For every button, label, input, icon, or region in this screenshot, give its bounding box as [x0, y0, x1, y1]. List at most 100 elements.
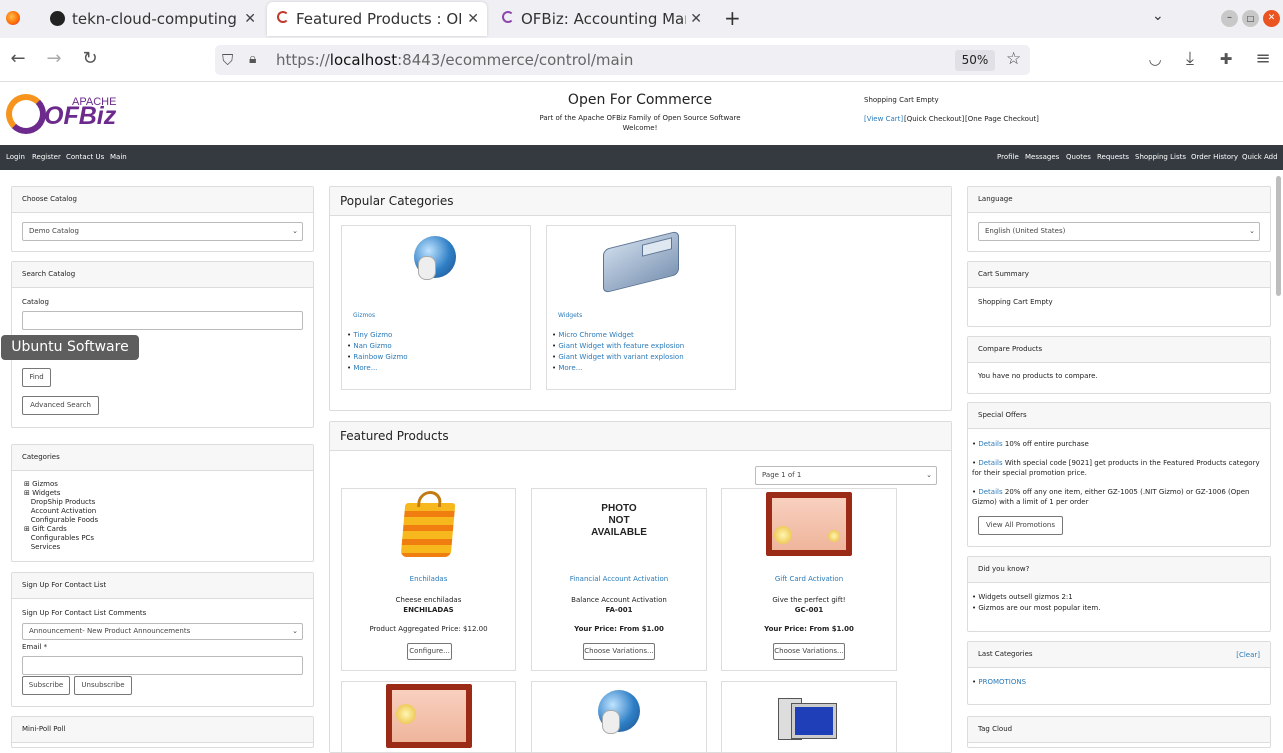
category-account-activation[interactable]: Account Activation: [24, 507, 98, 516]
panel-title: Cart Summary: [968, 262, 1270, 288]
product-link[interactable]: Rainbow Gizmo: [353, 353, 407, 361]
lock-icon[interactable]: 🔒︎: [249, 51, 256, 67]
product-link[interactable]: Micro Chrome Widget: [558, 331, 633, 339]
menu-main[interactable]: Main: [110, 153, 127, 161]
url-text[interactable]: https://localhost:8443/ecommerce/control…: [276, 51, 633, 69]
category-widgets[interactable]: ⊞ Widgets: [24, 489, 98, 498]
tab-featured-products[interactable]: Featured Products : OFBiz ✕: [267, 2, 487, 36]
chevron-down-icon: ⌄: [292, 627, 298, 635]
downloads-icon[interactable]: ⤓: [1177, 46, 1203, 72]
menu-register[interactable]: Register: [32, 153, 61, 161]
offer-details-link[interactable]: Details: [978, 488, 1002, 496]
minimize-window-button[interactable]: –: [1221, 10, 1238, 27]
catalog-search-input[interactable]: [22, 311, 303, 330]
product-link[interactable]: Giant Widget with feature explosion: [558, 342, 684, 350]
category-configurable-foods[interactable]: Configurable Foods: [24, 516, 98, 525]
more-link[interactable]: More...: [353, 364, 377, 372]
unsubscribe-button[interactable]: Unsubscribe: [74, 676, 132, 695]
url-path: :8443/ecommerce/control/main: [397, 51, 634, 69]
category-configurables-pcs[interactable]: Configurables PCs: [24, 534, 98, 543]
pocket-icon[interactable]: ◡: [1142, 46, 1168, 72]
choose-variations-button[interactable]: Choose Variations...: [773, 643, 845, 660]
category-gift-cards[interactable]: ⊞ Gift Cards: [24, 525, 98, 534]
offer-details-link[interactable]: Details: [978, 440, 1002, 448]
product-name[interactable]: Gift Card Activation: [722, 575, 896, 583]
product-code: FA-001: [605, 606, 633, 614]
more-link[interactable]: More...: [558, 364, 582, 372]
product-name[interactable]: Enchiladas: [342, 575, 515, 583]
bookmark-star-icon[interactable]: ☆: [1006, 49, 1021, 69]
menu-shopping-lists[interactable]: Shopping Lists: [1135, 153, 1186, 161]
enchiladas-bag-image[interactable]: [400, 491, 456, 557]
category-services[interactable]: Services: [24, 543, 98, 552]
find-button[interactable]: Find: [22, 368, 51, 387]
close-tab-icon[interactable]: ✕: [690, 11, 702, 27]
gift-card-image[interactable]: [766, 492, 852, 556]
menu-requests[interactable]: Requests: [1097, 153, 1129, 161]
close-tab-icon[interactable]: ✕: [467, 11, 479, 27]
tab-github[interactable]: tekn-cloud-computing/m ✕: [38, 0, 264, 38]
ofbiz-logo[interactable]: APACHE OFBiz: [6, 92, 126, 137]
menu-quotes[interactable]: Quotes: [1066, 153, 1091, 161]
chevron-down-icon: ⌄: [1249, 227, 1255, 235]
one-page-checkout-link[interactable]: [One Page Checkout]: [965, 115, 1039, 123]
widgets-calculator-image[interactable]: [603, 230, 679, 294]
menu-profile[interactable]: Profile: [997, 153, 1019, 161]
category-gizmos[interactable]: ⊞ Gizmos: [24, 480, 98, 489]
category-link[interactable]: PROMOTIONS: [978, 678, 1026, 686]
offer-text: 10% off entire purchase: [1004, 440, 1089, 448]
zoom-level-badge[interactable]: 50%: [955, 50, 995, 71]
product-name[interactable]: Financial Account Activation: [532, 575, 706, 583]
maximize-window-button[interactable]: □: [1242, 10, 1259, 27]
choose-variations-button[interactable]: Choose Variations...: [583, 643, 655, 660]
gift-card-image[interactable]: [386, 684, 472, 748]
clear-link[interactable]: [Clear]: [1236, 651, 1260, 659]
pc-monitor: [791, 703, 837, 739]
menu-login[interactable]: Login: [6, 153, 25, 161]
configure-button[interactable]: Configure...: [407, 643, 452, 660]
product-link[interactable]: Nan Gizmo: [353, 342, 391, 350]
panel-title: Did you know?: [968, 557, 1270, 583]
catalog-select[interactable]: Demo Catalog ⌄: [22, 222, 303, 241]
menu-messages[interactable]: Messages: [1025, 153, 1059, 161]
contact-list-select[interactable]: Announcement- New Product Announcements …: [22, 623, 303, 640]
offer-item: • Details With special code [9021] get p…: [972, 459, 1260, 477]
view-cart-link[interactable]: [View Cart]: [864, 115, 903, 123]
reload-icon[interactable]: ↻: [77, 46, 103, 72]
forward-arrow-icon[interactable]: →: [41, 46, 67, 72]
gizmos-globe-image[interactable]: [414, 236, 456, 280]
category-name-gizmos[interactable]: Gizmos: [353, 312, 375, 319]
gizmo-globe-image[interactable]: [598, 690, 640, 734]
menu-order-history[interactable]: Order History: [1191, 153, 1238, 161]
firefox-icon[interactable]: [6, 11, 20, 25]
quick-checkout-link[interactable]: [Quick Checkout]: [904, 115, 964, 123]
subscribe-button[interactable]: Subscribe: [22, 676, 70, 695]
category-name-widgets[interactable]: Widgets: [558, 312, 582, 319]
menu-quick-add[interactable]: Quick Add: [1242, 153, 1278, 161]
product-link[interactable]: Tiny Gizmo: [353, 331, 392, 339]
language-select[interactable]: English (United States) ⌄: [978, 222, 1260, 241]
page-scrollbar[interactable]: [1276, 176, 1281, 296]
pager-select[interactable]: Page 1 of 1 ⌄: [755, 466, 937, 485]
offer-details-link[interactable]: Details: [978, 459, 1002, 467]
new-tab-button[interactable]: +: [724, 6, 741, 30]
bag-handle: [417, 491, 443, 507]
product-link[interactable]: Giant Widget with variant explosion: [558, 353, 683, 361]
view-all-promotions-button[interactable]: View All Promotions: [978, 516, 1063, 535]
shield-icon[interactable]: ⛉: [222, 51, 233, 69]
email-label: Email *: [22, 643, 48, 651]
close-tab-icon[interactable]: ✕: [244, 11, 256, 27]
list-tabs-chevron-icon[interactable]: ⌄: [1152, 8, 1164, 24]
catalog-select-value: Demo Catalog: [29, 227, 79, 235]
advanced-search-button[interactable]: Advanced Search: [22, 396, 99, 415]
extensions-icon[interactable]: ✚: [1213, 46, 1239, 72]
close-window-button[interactable]: ✕: [1263, 10, 1280, 27]
menu-contact-us[interactable]: Contact Us: [66, 153, 104, 161]
back-arrow-icon[interactable]: ←: [5, 46, 31, 72]
photo-not-available-image[interactable]: PHOTO NOT AVAILABLE: [584, 503, 654, 543]
tab-accounting[interactable]: OFBiz: Accounting Manag ✕: [490, 0, 710, 38]
menu-hamburger-icon[interactable]: ≡: [1250, 46, 1276, 72]
email-input[interactable]: [22, 656, 303, 675]
category-dropship[interactable]: DropShip Products: [24, 498, 98, 507]
gift-card-flower: [774, 526, 792, 544]
